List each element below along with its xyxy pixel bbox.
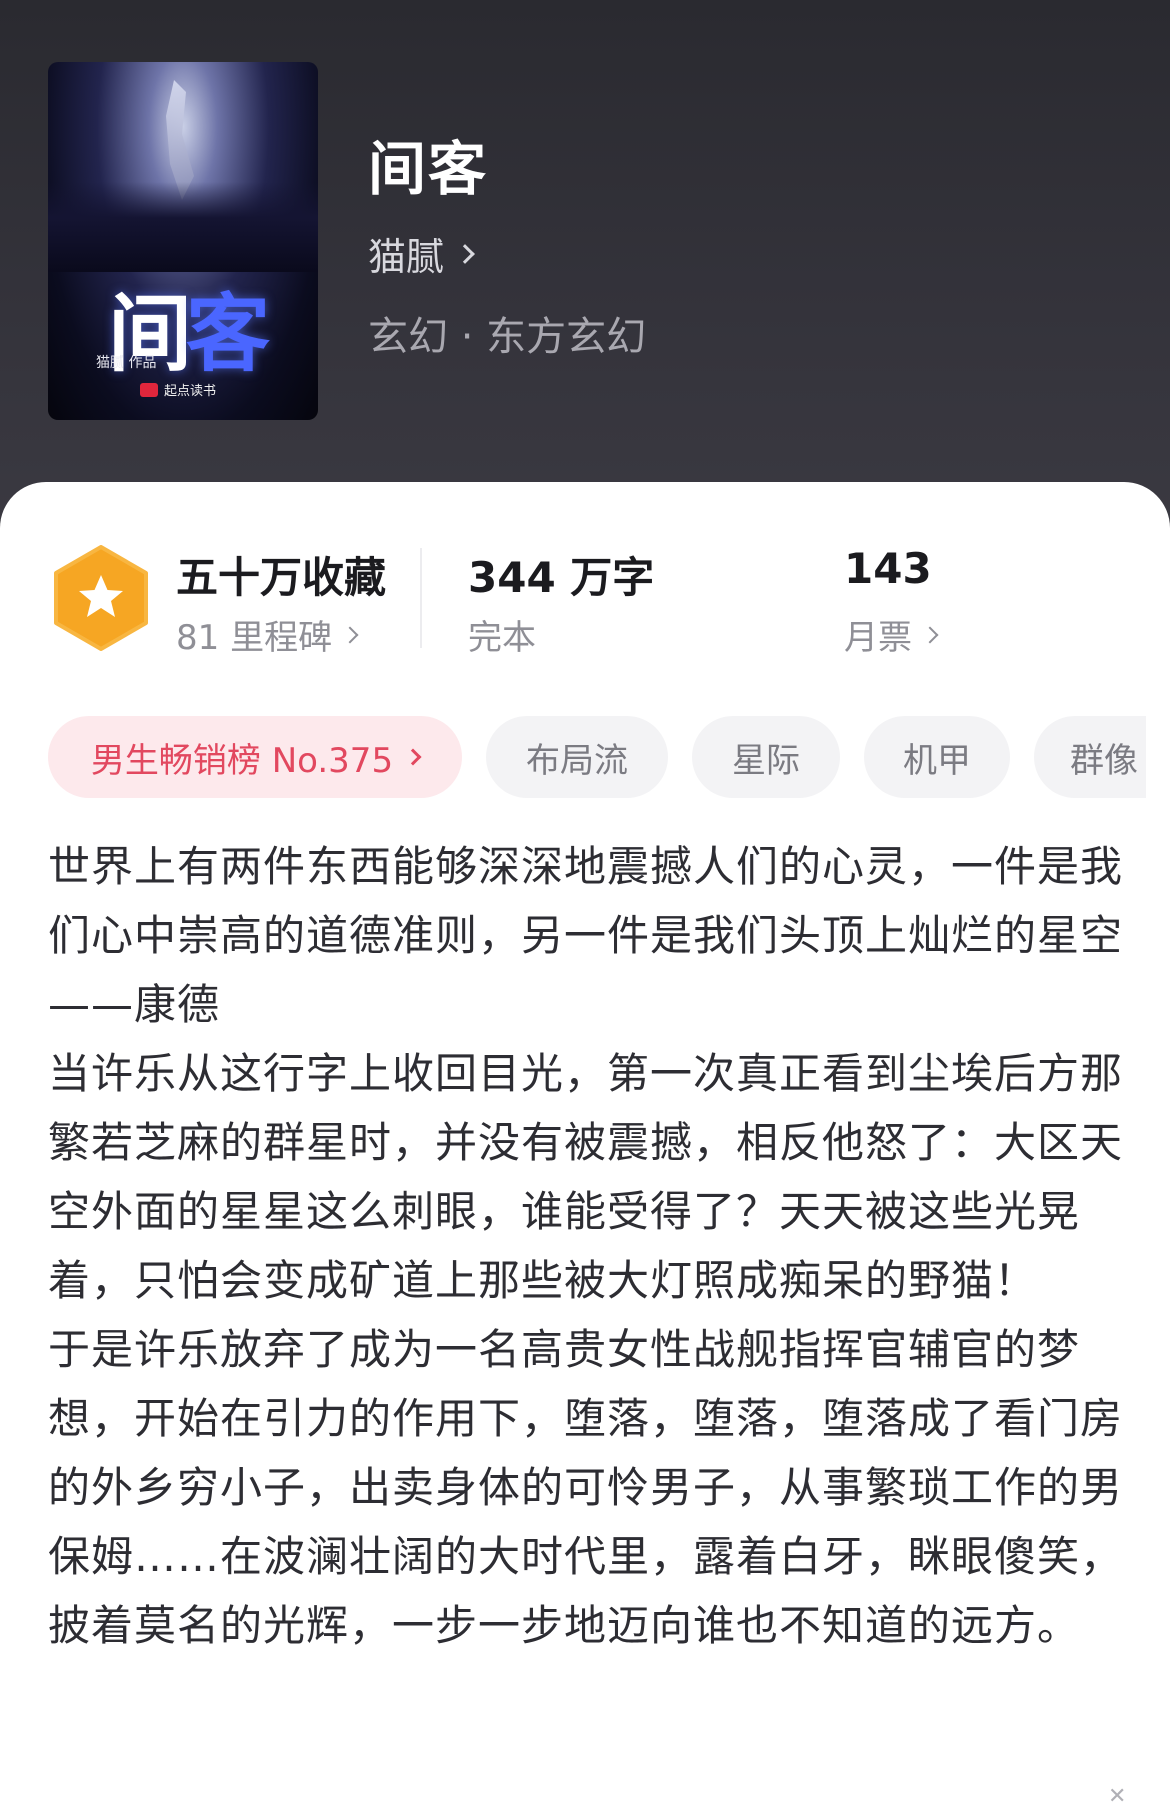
- tag-ensemble[interactable]: 群像: [1034, 716, 1146, 798]
- publisher-logo-icon: [140, 382, 158, 397]
- cover-author: 猫腻 作品: [96, 355, 157, 371]
- book-cover[interactable]: 间客 猫腻 作品 起点读书: [48, 62, 318, 420]
- tag-interstellar[interactable]: 星际: [692, 716, 840, 798]
- description-paragraph: 世界上有两件东西能够深深地震撼人们的心灵，一件是我们心中崇高的道德准则，另一件是…: [48, 842, 1124, 1029]
- tag-layout[interactable]: 布局流: [486, 716, 668, 798]
- close-icon[interactable]: ✕: [1108, 1784, 1126, 1806]
- cover-rubble-art: [48, 182, 318, 272]
- milestone-link[interactable]: 81 里程碑: [176, 610, 359, 659]
- completion-status: 完本: [468, 618, 536, 658]
- author-link[interactable]: 猫腻: [368, 226, 475, 281]
- chevron-right-icon: [921, 626, 939, 643]
- description-paragraph: 当许乐从这行字上收回目光，第一次真正看到尘埃后方那繁若芝麻的群星时，并没有被震撼…: [48, 1049, 1124, 1305]
- word-count: 344 万字: [468, 553, 655, 602]
- monthly-ticket-count: 143: [844, 544, 932, 593]
- rank-tag[interactable]: 男生畅销榜 No.375: [48, 716, 462, 798]
- book-genre: 玄幻 · 东方玄幻: [368, 314, 647, 360]
- chevron-right-icon: [341, 626, 359, 643]
- monthly-ticket-label: 月票: [844, 618, 912, 658]
- book-title: 间客: [368, 135, 489, 203]
- stats-divider: [420, 548, 422, 648]
- description-paragraph: 于是许乐放弃了成为一名高贵女性战舰指挥官辅官的梦想，开始在引力的作用下，堕落，堕…: [48, 1325, 1124, 1650]
- tag-mecha[interactable]: 机甲: [864, 716, 1010, 798]
- chevron-right-icon: [404, 748, 422, 766]
- monthly-ticket-link[interactable]: 月票: [844, 610, 939, 659]
- book-description: 世界上有两件东西能够深深地震撼人们的心灵，一件是我们心中崇高的道德准则，另一件是…: [48, 832, 1128, 1660]
- chevron-right-icon: [455, 243, 475, 264]
- collect-count: 五十万收藏: [176, 553, 387, 602]
- cover-publisher: 起点读书: [140, 380, 216, 399]
- star-badge-icon: [54, 545, 148, 651]
- author-name: 猫腻: [368, 235, 445, 279]
- milestone-label: 81 里程碑: [176, 618, 333, 658]
- rank-label: 男生畅销榜 No.375: [90, 740, 394, 781]
